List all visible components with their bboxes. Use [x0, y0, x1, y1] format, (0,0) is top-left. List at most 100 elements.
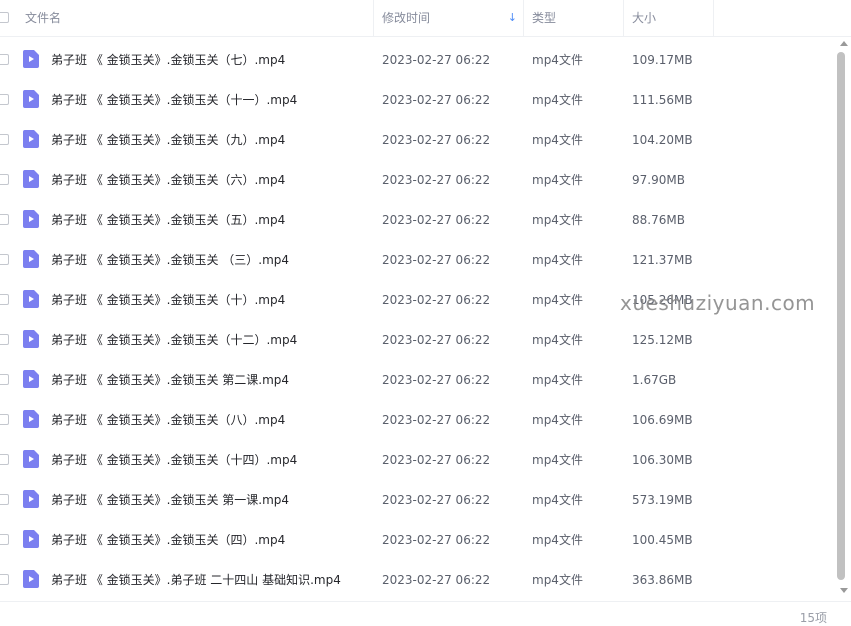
file-modified-time: 2023-02-27 06:22	[382, 133, 491, 147]
file-modified-time: 2023-02-27 06:22	[382, 573, 491, 587]
file-name[interactable]: 弟子班 《 金锁玉关》.金锁玉关（四）.mp4	[51, 520, 285, 560]
file-size: 88.76MB	[632, 213, 685, 227]
row-checkbox[interactable]	[0, 454, 9, 465]
file-row[interactable]: 弟子班 《 金锁玉关》.金锁玉关（四）.mp4 2023-02-27 06:22 m…	[0, 520, 836, 560]
video-file-icon	[23, 130, 39, 148]
video-file-icon	[23, 570, 39, 588]
video-file-icon	[23, 490, 39, 508]
file-size: 97.90MB	[632, 173, 685, 187]
column-header-size-label: 大小	[632, 11, 657, 25]
file-name[interactable]: 弟子班 《 金锁玉关》.金锁玉关 第二课.mp4	[51, 360, 289, 400]
file-modified-time: 2023-02-27 06:22	[382, 93, 491, 107]
file-modified-time: 2023-02-27 06:22	[382, 453, 491, 467]
arrow-down-icon[interactable]: ↓	[508, 0, 517, 36]
row-checkbox[interactable]	[0, 494, 9, 505]
file-modified-time: 2023-02-27 06:22	[382, 213, 491, 227]
file-name[interactable]: 弟子班 《 金锁玉关》.金锁玉关 （三）.mp4	[51, 240, 289, 280]
file-row[interactable]: 弟子班 《 金锁玉关》.金锁玉关（八）.mp4 2023-02-27 06:22 m…	[0, 400, 836, 440]
video-file-icon	[23, 290, 39, 308]
file-name[interactable]: 弟子班 《 金锁玉关》.弟子班 二十四山 基础知识.mp4	[51, 560, 341, 600]
file-row[interactable]: 弟子班 《 金锁玉关》.金锁玉关（七）.mp4 2023-02-27 06:22 m…	[0, 40, 836, 80]
file-size: 106.69MB	[632, 413, 693, 427]
column-header-type-label: 类型	[532, 11, 557, 25]
file-type: mp4文件	[532, 213, 583, 227]
video-file-icon	[23, 250, 39, 268]
file-row[interactable]: 弟子班 《 金锁玉关》.金锁玉关（九）.mp4 2023-02-27 06:22 m…	[0, 120, 836, 160]
row-checkbox[interactable]	[0, 134, 9, 145]
file-modified-time: 2023-02-27 06:22	[382, 413, 491, 427]
file-row[interactable]: 弟子班 《 金锁玉关》.金锁玉关 第一课.mp4 2023-02-27 06:22…	[0, 480, 836, 520]
video-file-icon	[23, 450, 39, 468]
file-row[interactable]: 弟子班 《 金锁玉关》.金锁玉关（五）.mp4 2023-02-27 06:22 m…	[0, 200, 836, 240]
file-type: mp4文件	[532, 333, 583, 347]
column-header-name[interactable]: 文件名	[25, 0, 374, 36]
item-count: 15项	[799, 611, 827, 625]
file-row[interactable]: 弟子班 《 金锁玉关》.金锁玉关 第二课.mp4 2023-02-27 06:22…	[0, 360, 836, 400]
file-modified-time: 2023-02-27 06:22	[382, 373, 491, 387]
file-row[interactable]: 弟子班 《 金锁玉关》.金锁玉关（十四）.mp4 2023-02-27 06:22…	[0, 440, 836, 480]
file-name[interactable]: 弟子班 《 金锁玉关》.金锁玉关 第一课.mp4	[51, 480, 289, 520]
file-type: mp4文件	[532, 53, 583, 67]
row-checkbox[interactable]	[0, 294, 9, 305]
file-name[interactable]: 弟子班 《 金锁玉关》.金锁玉关（十）.mp4	[51, 280, 285, 320]
row-checkbox[interactable]	[0, 214, 9, 225]
file-name[interactable]: 弟子班 《 金锁玉关》.金锁玉关（六）.mp4	[51, 160, 285, 200]
file-size: 363.86MB	[632, 573, 693, 587]
file-modified-time: 2023-02-27 06:22	[382, 493, 491, 507]
file-modified-time: 2023-02-27 06:22	[382, 253, 491, 267]
row-checkbox[interactable]	[0, 254, 9, 265]
file-modified-time: 2023-02-27 06:22	[382, 333, 491, 347]
file-size: 104.20MB	[632, 133, 693, 147]
file-size: 125.12MB	[632, 333, 693, 347]
row-checkbox[interactable]	[0, 174, 9, 185]
column-header-size[interactable]: 大小	[632, 0, 714, 36]
file-name[interactable]: 弟子班 《 金锁玉关》.金锁玉关（九）.mp4	[51, 120, 285, 160]
file-size: 121.37MB	[632, 253, 693, 267]
video-file-icon	[23, 50, 39, 68]
file-name[interactable]: 弟子班 《 金锁玉关》.金锁玉关（十一）.mp4	[51, 80, 297, 120]
file-row[interactable]: 弟子班 《 金锁玉关》.金锁玉关（十一）.mp4 2023-02-27 06:22…	[0, 80, 836, 120]
file-type: mp4文件	[532, 173, 583, 187]
file-name[interactable]: 弟子班 《 金锁玉关》.金锁玉关（五）.mp4	[51, 200, 285, 240]
file-size: 1.67GB	[632, 373, 677, 387]
row-checkbox[interactable]	[0, 574, 9, 585]
file-modified-time: 2023-02-27 06:22	[382, 533, 491, 547]
column-header-name-label: 文件名	[25, 11, 62, 25]
file-size: 573.19MB	[632, 493, 693, 507]
video-file-icon	[23, 530, 39, 548]
video-file-icon	[23, 90, 39, 108]
scrollbar-thumb[interactable]	[837, 52, 845, 580]
row-checkbox[interactable]	[0, 94, 9, 105]
row-checkbox[interactable]	[0, 334, 9, 345]
file-name[interactable]: 弟子班 《 金锁玉关》.金锁玉关（十四）.mp4	[51, 440, 297, 480]
file-type: mp4文件	[532, 453, 583, 467]
file-type: mp4文件	[532, 493, 583, 507]
select-all-checkbox[interactable]	[0, 12, 9, 23]
file-type: mp4文件	[532, 533, 583, 547]
status-bar: 15项	[0, 601, 851, 626]
file-name[interactable]: 弟子班 《 金锁玉关》.金锁玉关（十二）.mp4	[51, 320, 297, 360]
vertical-scrollbar[interactable]	[836, 36, 851, 601]
video-file-icon	[23, 210, 39, 228]
watermark: xueshuziyuan.com	[620, 291, 816, 315]
row-checkbox[interactable]	[0, 374, 9, 385]
file-row[interactable]: 弟子班 《 金锁玉关》.金锁玉关 （三）.mp4 2023-02-27 06:22…	[0, 240, 836, 280]
column-header-time[interactable]: 修改时间 ↓	[382, 0, 524, 36]
scroll-down-icon[interactable]	[840, 588, 848, 593]
file-row[interactable]: 弟子班 《 金锁玉关》.金锁玉关（十二）.mp4 2023-02-27 06:22…	[0, 320, 836, 360]
file-name[interactable]: 弟子班 《 金锁玉关》.金锁玉关（八）.mp4	[51, 400, 285, 440]
file-name[interactable]: 弟子班 《 金锁玉关》.金锁玉关（七）.mp4	[51, 40, 285, 80]
file-size: 111.56MB	[632, 93, 693, 107]
scroll-up-icon[interactable]	[840, 41, 848, 46]
file-type: mp4文件	[532, 293, 583, 307]
row-checkbox[interactable]	[0, 414, 9, 425]
column-header-type[interactable]: 类型	[532, 0, 624, 36]
file-row[interactable]: 弟子班 《 金锁玉关》.金锁玉关（六）.mp4 2023-02-27 06:22 m…	[0, 160, 836, 200]
row-checkbox[interactable]	[0, 54, 9, 65]
video-file-icon	[23, 410, 39, 428]
file-type: mp4文件	[532, 253, 583, 267]
video-file-icon	[23, 370, 39, 388]
row-checkbox[interactable]	[0, 534, 9, 545]
file-type: mp4文件	[532, 413, 583, 427]
file-row[interactable]: 弟子班 《 金锁玉关》.弟子班 二十四山 基础知识.mp4 2023-02-27 …	[0, 560, 836, 600]
